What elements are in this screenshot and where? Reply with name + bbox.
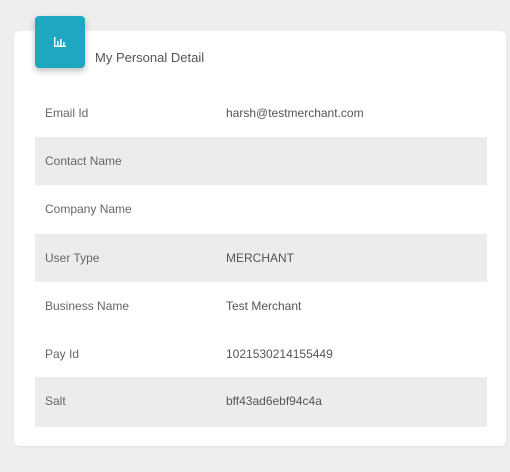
detail-label: Company Name [45, 202, 132, 216]
card-title: My Personal Detail [95, 50, 205, 65]
detail-label: Email Id [45, 106, 89, 120]
detail-row-user-type: User Type MERCHANT [35, 234, 487, 282]
detail-row-business-name: Business Name Test Merchant [35, 282, 487, 330]
detail-label: Pay Id [45, 347, 80, 361]
detail-row-email-id: Email Id harsh@testmerchant.com [35, 91, 487, 137]
detail-value: bff43ad6ebf94c4a [226, 394, 322, 408]
detail-row-pay-id: Pay Id 1021530214155449 [35, 330, 487, 377]
detail-label: User Type [45, 251, 100, 265]
detail-list: Email Id harsh@testmerchant.com Contact … [35, 91, 487, 427]
detail-value: Test Merchant [226, 299, 302, 313]
detail-row-company-name: Company Name [35, 185, 487, 234]
card-header-icon-tile [35, 16, 85, 68]
detail-label: Salt [45, 394, 66, 408]
bar-chart-icon [53, 36, 67, 48]
detail-label: Business Name [45, 299, 130, 313]
detail-value: 1021530214155449 [226, 347, 333, 361]
detail-row-salt: Salt bff43ad6ebf94c4a [35, 377, 487, 427]
detail-row-contact-name: Contact Name [35, 137, 487, 185]
detail-value: MERCHANT [226, 251, 294, 265]
detail-label: Contact Name [45, 154, 122, 168]
detail-value: harsh@testmerchant.com [226, 106, 364, 120]
